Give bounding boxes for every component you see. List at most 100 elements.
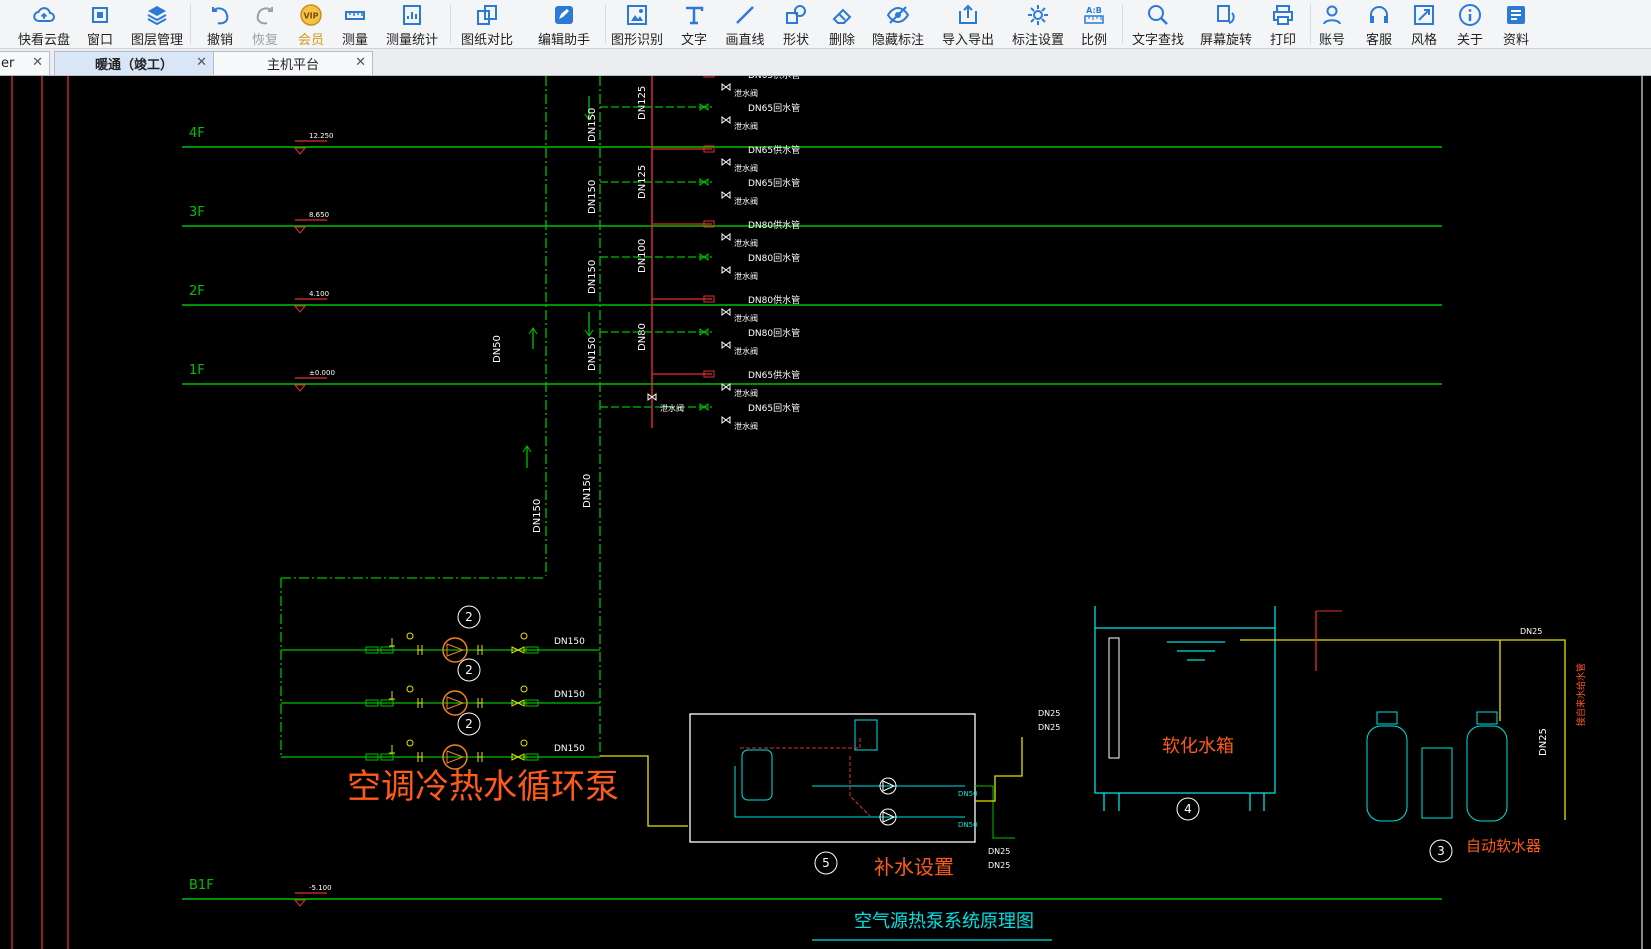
gauge-icon xyxy=(406,632,414,640)
drain-valve-label: 泄水阀 xyxy=(734,163,758,173)
valve-icon xyxy=(477,752,483,762)
riser-dn-label: DN25 xyxy=(1538,728,1549,756)
shape-icon xyxy=(786,5,806,24)
style-icon xyxy=(1414,5,1434,25)
toolbar-button-resources[interactable]: 资料 xyxy=(1484,0,1548,48)
toolbar-button-layers[interactable]: 图层管理 xyxy=(125,0,189,48)
drain-valve-icon xyxy=(721,83,731,91)
cloud-icon xyxy=(33,7,55,22)
drain-valve-icon xyxy=(721,158,731,166)
toolbar-separator xyxy=(450,4,451,44)
elevation-label: ±0.000 xyxy=(309,369,335,377)
tab-2[interactable]: 主机平台 ✕ xyxy=(213,51,373,75)
softener-head-icon xyxy=(1376,711,1398,725)
toolbar-button-window[interactable]: 窗口 xyxy=(68,0,132,48)
tab-close-icon[interactable]: ✕ xyxy=(32,55,43,70)
softener-tank-icon xyxy=(1466,725,1508,822)
tank-number: 4 xyxy=(1184,802,1192,816)
branch-return-label: DN80回水管 xyxy=(748,252,800,264)
pump-number: 2 xyxy=(465,610,473,624)
toolbar-button-label: 撤销 xyxy=(206,33,233,48)
gauge-icon xyxy=(406,685,414,693)
toolbar-button-shape-recognize[interactable]: 图形识别 xyxy=(605,0,669,48)
riser-dn-label: DN150 xyxy=(587,260,598,294)
toolbar-button-scale[interactable]: A:B 比例 xyxy=(1062,0,1126,48)
toolbar-button-text-search[interactable]: 文字查找 xyxy=(1126,0,1190,48)
control-panel-icon xyxy=(854,719,878,751)
tab-close-icon[interactable]: ✕ xyxy=(196,55,207,70)
diagram-title: 空气源热泵系统原理图 xyxy=(854,911,1034,932)
riser-dn-label: DN150 xyxy=(532,499,543,533)
elevation-marker xyxy=(293,305,307,313)
valve-icon xyxy=(477,698,483,708)
softener-title: 自动软水器 xyxy=(1466,837,1541,855)
gauge-icon xyxy=(389,691,395,700)
riser-dn-label: DN80 xyxy=(637,323,648,351)
drain-valve-label: 泄水阀 xyxy=(734,346,758,356)
toolbar-button-hide-annotation[interactable]: 隐藏标注 xyxy=(866,0,930,48)
toolbar-separator xyxy=(1122,4,1123,44)
toolbar-button-compare[interactable]: 图纸对比 xyxy=(455,0,519,48)
eraser-icon xyxy=(832,8,852,24)
toolbar-button-label: 文字查找 xyxy=(1131,33,1184,48)
branch-valve-icon xyxy=(703,76,715,78)
toolbar-button-annotation-settings[interactable]: 标注设置 xyxy=(1006,0,1070,48)
cad-drawing-canvas[interactable]: 4F 12.250 3F 8.650 2F 4.100 1F ±0.000 B1F -5.100 D… xyxy=(0,76,1651,949)
toolbar-button-edit-assistant[interactable]: 编辑助手 xyxy=(532,0,596,48)
drain-valve-icon xyxy=(721,233,731,241)
tank-pipe-label: DN25 xyxy=(1038,709,1060,718)
toolbar-button-measure-stats[interactable]: 测量统计 xyxy=(380,0,444,48)
toolbar-button-measure[interactable]: 测量 xyxy=(323,0,387,48)
toolbar-button-label: 文字 xyxy=(680,33,707,48)
tab-1[interactable]: 暖通（竣工） ✕ xyxy=(54,51,214,75)
svg-text:A:B: A:B xyxy=(1086,6,1102,15)
drain-valve-icon xyxy=(721,191,731,199)
tab-close-icon[interactable]: ✕ xyxy=(355,55,366,70)
toolbar-button-cloud[interactable]: 快看云盘 xyxy=(12,0,76,48)
text-icon xyxy=(686,6,704,25)
tab-0[interactable]: er ✕ xyxy=(0,51,50,75)
toolbar-button-eraser[interactable]: 删除 xyxy=(810,0,874,48)
toolbar-button-label: 测量 xyxy=(341,33,368,48)
vip-icon: VIP xyxy=(300,4,322,26)
riser-dn-label: DN150 xyxy=(587,108,598,142)
toolbar-button-label: 形状 xyxy=(782,33,809,48)
drain-valve-icon xyxy=(721,416,731,424)
branch-return-label: DN65回水管 xyxy=(748,102,800,114)
elevation-marker xyxy=(293,226,307,234)
control-signal-line xyxy=(740,736,861,749)
softener-tank-icon xyxy=(1366,725,1408,822)
toolbar-button-label: 删除 xyxy=(828,33,855,48)
cad-drawing-svg[interactable]: 4F 12.250 3F 8.650 2F 4.100 1F ±0.000 B1F -5.100 D… xyxy=(0,76,1651,949)
toolbar-button-label: 资料 xyxy=(1502,33,1529,48)
makeup-pipe-label: DN25 xyxy=(988,861,1010,870)
toolbar-button-import-export[interactable]: 导入导出 xyxy=(936,0,1000,48)
compare-icon xyxy=(477,5,497,25)
elevation-label: 4.100 xyxy=(309,290,329,298)
toolbar-button-label: 窗口 xyxy=(86,33,113,48)
document-tabbar: er ✕ 暖通（竣工） ✕ 主机平台 ✕ xyxy=(0,49,1651,76)
shape-recognize-icon xyxy=(627,5,647,25)
valve-icon xyxy=(417,698,423,708)
pump-number: 2 xyxy=(465,663,473,677)
drain-valve-label: 泄水阀 xyxy=(734,313,758,323)
riser-dn-label: DN150 xyxy=(587,337,598,371)
drain-valve-icon xyxy=(721,383,731,391)
window-icon xyxy=(92,7,108,23)
redo-icon xyxy=(256,7,273,25)
toolbar-button-rotate-screen[interactable]: 屏幕旋转 xyxy=(1194,0,1258,48)
pump-dn-label: DN150 xyxy=(554,637,585,647)
branch-return-label: DN65回水管 xyxy=(748,177,800,189)
measure-stats-icon xyxy=(403,5,421,25)
toolbar-button-label: 屏幕旋转 xyxy=(1199,33,1252,48)
makeup-pipe-label: DN25 xyxy=(988,847,1010,856)
drain-valve-icon xyxy=(721,116,731,124)
pump-number: 2 xyxy=(465,717,473,731)
account-icon xyxy=(1323,5,1341,25)
tab-label: er xyxy=(1,56,15,71)
gauge-icon xyxy=(520,632,528,640)
gauge-icon xyxy=(389,638,395,647)
tank-pipe-label: DN25 xyxy=(1038,723,1060,732)
riser-dn-label: DN125 xyxy=(637,86,648,120)
drain-valve-label: 泄水阀 xyxy=(734,238,758,248)
